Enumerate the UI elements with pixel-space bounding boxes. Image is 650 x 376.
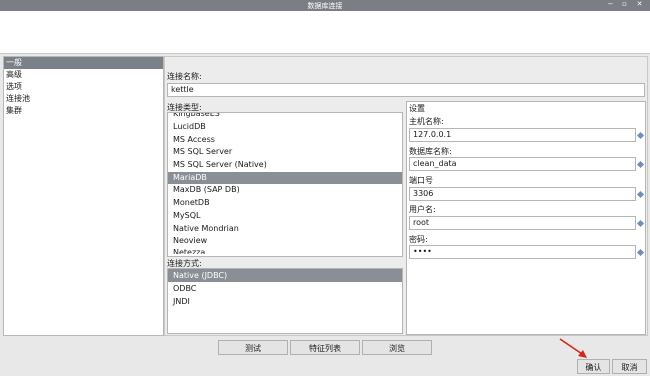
red-arrow-annotation [559, 338, 587, 358]
explore-button[interactable]: 浏览 [362, 340, 432, 355]
list-item[interactable]: LucidDB [168, 121, 402, 134]
port-input[interactable]: 3306 [409, 187, 636, 201]
list-item-selected[interactable]: Native (JDBC) [168, 269, 402, 282]
connection-name-input[interactable]: kettle [167, 83, 645, 97]
window-title: 数据库连接 [307, 2, 343, 10]
connection-type-list[interactable]: KingbaseES LucidDB MS Access MS SQL Serv… [167, 112, 403, 257]
close-button[interactable]: ✕ [635, 0, 644, 8]
access-method-list[interactable]: Native (JDBC) ODBC JNDI [167, 268, 403, 334]
list-item[interactable]: MaxDB (SAP DB) [168, 184, 402, 197]
list-item[interactable]: MS Access [168, 134, 402, 147]
list-item[interactable]: JNDI [168, 295, 402, 308]
port-label: 端口号 [409, 176, 433, 185]
list-item[interactable]: Neoview [168, 235, 402, 248]
test-button[interactable]: 测试 [218, 340, 288, 355]
list-item-selected[interactable]: MariaDB [168, 171, 402, 185]
nav-item-general[interactable]: 一般 [4, 57, 163, 69]
left-nav: 一般 高级 选项 连接池 集群 [3, 56, 164, 336]
database-name-input[interactable]: clean_data [409, 157, 636, 171]
host-input[interactable]: 127.0.0.1 [409, 128, 636, 142]
maximize-button[interactable]: ▫ [620, 0, 629, 8]
nav-item-advanced[interactable]: 高级 [4, 69, 163, 81]
host-label: 主机名称: [409, 117, 444, 126]
nav-item-cluster[interactable]: 集群 [4, 105, 163, 117]
header-area [0, 11, 650, 54]
cancel-button[interactable]: 取消 [612, 359, 647, 374]
password-label: 密码: [409, 235, 428, 244]
list-item[interactable]: MySQL [168, 210, 402, 223]
list-item[interactable]: MS SQL Server [168, 146, 402, 159]
connection-name-label: 连接名称: [167, 72, 202, 81]
settings-title: 设置 [409, 104, 425, 113]
title-bar: 数据库连接 − ▫ ✕ [0, 0, 650, 11]
list-item[interactable]: KingbaseES [168, 113, 402, 121]
username-input[interactable]: root [409, 216, 636, 230]
nav-item-options[interactable]: 选项 [4, 81, 163, 93]
list-item[interactable]: MS SQL Server (Native) [168, 159, 402, 172]
list-item[interactable]: Netezza [168, 248, 402, 254]
list-item[interactable]: ODBC [168, 282, 402, 295]
minimize-button[interactable]: − [606, 0, 615, 8]
password-input[interactable]: •••• [409, 245, 636, 259]
username-label: 用户名: [409, 205, 436, 214]
list-item[interactable]: MonetDB [168, 197, 402, 210]
nav-item-pooling[interactable]: 连接池 [4, 93, 163, 105]
feature-list-button[interactable]: 特征列表 [290, 340, 360, 355]
list-item[interactable]: Native Mondrian [168, 223, 402, 236]
database-name-label: 数据库名称: [409, 147, 452, 156]
